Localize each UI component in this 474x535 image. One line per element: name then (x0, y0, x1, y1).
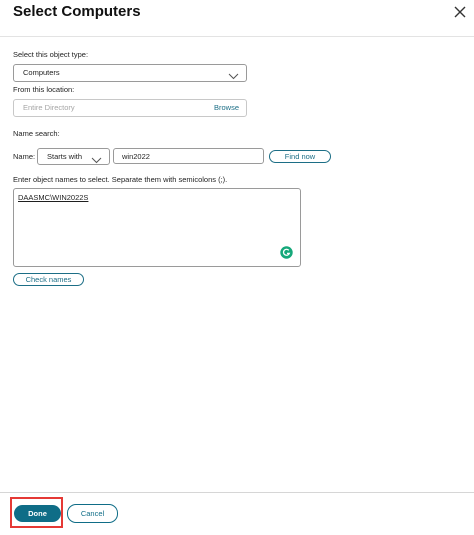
find-now-button[interactable]: Find now (269, 150, 331, 163)
grammarly-icon[interactable] (280, 246, 293, 259)
chevron-down-icon (91, 152, 102, 164)
dialog-title: Select Computers (13, 3, 141, 20)
check-names-button[interactable]: Check names (13, 273, 84, 286)
object-type-value: Computers (23, 68, 60, 77)
location-placeholder: Entire Directory (23, 103, 75, 112)
done-button[interactable]: Done (14, 505, 61, 522)
location-field[interactable]: Entire Directory Browse (13, 99, 247, 117)
cancel-button[interactable]: Cancel (67, 504, 118, 523)
object-names-label: Enter object names to select. Separate t… (13, 175, 228, 184)
object-type-label: Select this object type: (13, 50, 89, 59)
location-label: From this location: (13, 85, 75, 94)
browse-button[interactable]: Browse (214, 103, 239, 112)
match-mode-select[interactable]: Starts with (37, 148, 110, 165)
close-icon[interactable] (452, 4, 468, 20)
name-label: Name: (13, 152, 36, 161)
name-search-label: Name search: (13, 129, 60, 138)
dialog-header: Select Computers (0, 0, 474, 37)
object-type-select[interactable]: Computers (13, 64, 247, 82)
object-names-textarea[interactable]: DAASMC\WIN2022S (13, 188, 301, 267)
name-search-input[interactable]: win2022 (113, 148, 264, 164)
match-mode-value: Starts with (47, 152, 83, 161)
chevron-down-icon (228, 68, 239, 80)
object-name-entry: DAASMC\WIN2022S (18, 193, 89, 202)
select-computers-dialog: Select Computers Select this object type… (0, 0, 474, 535)
